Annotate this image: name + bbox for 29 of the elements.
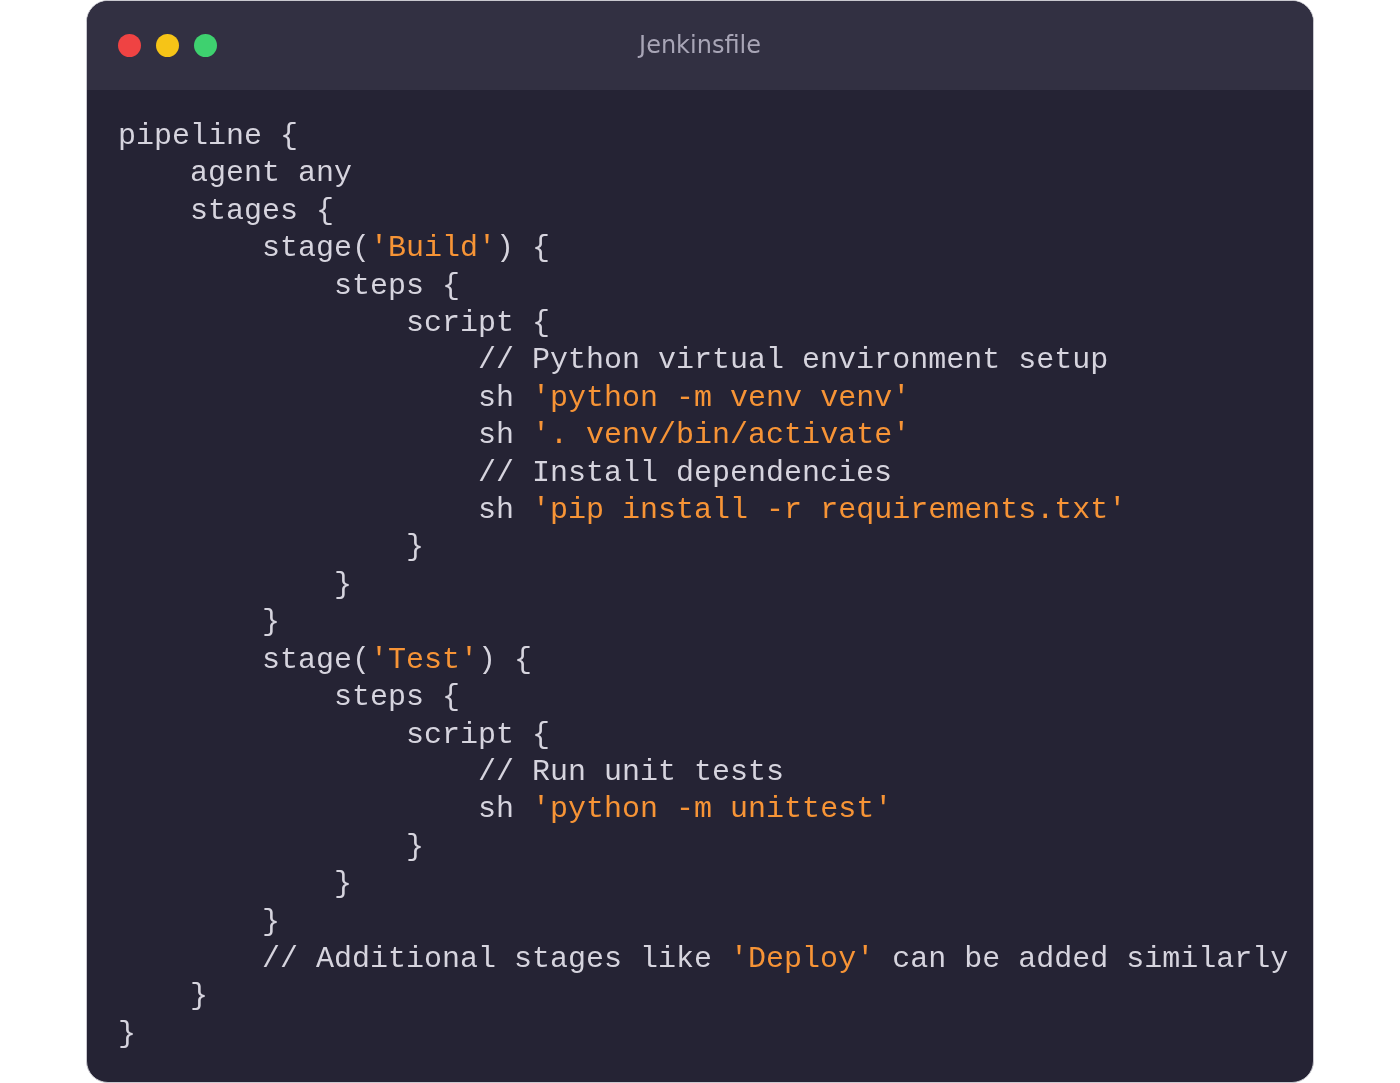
code-line: // Additional stages like 'Deploy' can be added similarly	[261, 940, 1289, 978]
code-line: steps {	[333, 267, 461, 305]
code-line: // Python virtual environment setup	[477, 342, 1109, 380]
code-line: sh '. venv/bin/activate'	[477, 417, 911, 455]
code-line: steps {	[333, 679, 461, 717]
code-line: sh 'python -m unittest'	[477, 791, 893, 829]
code-line: script {	[405, 305, 551, 343]
code-line: }	[405, 529, 425, 567]
code-line: pipeline {	[118, 118, 299, 155]
code-line: stage('Build') {	[261, 230, 551, 268]
code-line: stages {	[189, 192, 335, 230]
code-line: sh 'pip install -r requirements.txt'	[477, 492, 1127, 530]
code-line: // Install dependencies	[477, 454, 893, 492]
close-button[interactable]	[118, 34, 141, 57]
code-line: }	[405, 828, 425, 866]
code-line: }	[118, 1015, 136, 1053]
code-line: stage('Test') {	[261, 641, 533, 679]
code-line: script {	[405, 716, 551, 754]
code-line: }	[333, 566, 353, 604]
window-title: Jenkinsfile	[639, 31, 761, 59]
code-line: }	[189, 978, 208, 1016]
code-line: }	[261, 604, 281, 642]
minimize-button[interactable]	[156, 34, 179, 57]
code-line: sh 'python -m venv venv'	[477, 379, 911, 417]
zoom-button[interactable]	[194, 34, 217, 57]
code-line: }	[333, 866, 353, 904]
code-line: }	[261, 903, 281, 941]
code-line: agent any	[189, 155, 353, 193]
code-line: // Run unit tests	[477, 753, 785, 791]
